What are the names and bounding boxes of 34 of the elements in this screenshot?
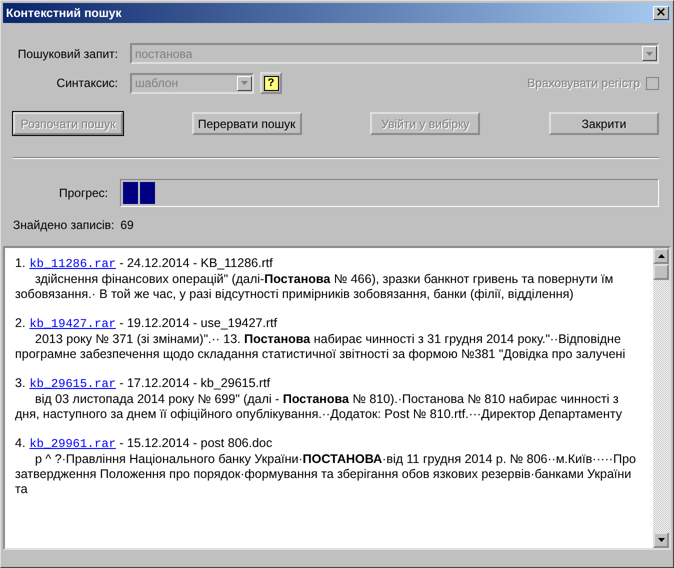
result-snippet: р ^ ?·Правління Національного банку України·ПОСТАНОВА·від 11 грудня 2014 р. № 806··м.Київ·····Про затвердження Положення про порядок·формування та зберігання обов язкових резервів·банками України та xyxy=(15,452,637,497)
close-button[interactable]: × xyxy=(653,6,669,20)
result-number: 3. xyxy=(15,376,26,391)
case-label: Враховувати регістр xyxy=(527,76,640,90)
scrollbar[interactable] xyxy=(653,248,669,548)
result-number: 2. xyxy=(15,316,26,331)
query-label: Пошуковий запит: xyxy=(16,46,119,60)
result-snippet: здійснення фінансових операцій" (далі-Постанова № 466), зразки банкнот гривень та повернути їм зобовязання.· В той же час, у разі відсутності примірників зобовязання, банки (філії, відділення) xyxy=(15,272,614,302)
result-meta: - 24.12.2014 - KB_11286.rtf xyxy=(118,256,273,271)
result-snippet: 2013 року № 371 (зі змінами)".·· 13. Постанова набирає чинності з 31 грудня 2014 року."··Відповідне програмне забезпечення щодо складання статистичної звітності за формою №381 "Довідка про залучені xyxy=(15,332,626,362)
result-meta: - 19.12.2014 - use_19427.rtf xyxy=(118,316,278,331)
up-arrow-icon xyxy=(658,254,664,258)
found-label: Знайдено записів: xyxy=(13,218,114,232)
action-button[interactable]: Закрити xyxy=(548,112,659,135)
action-button[interactable]: Перервати пошук xyxy=(192,112,302,135)
window-title: Контекстний пошук xyxy=(6,6,122,20)
scroll-down-button[interactable] xyxy=(653,532,669,548)
down-arrow-icon xyxy=(658,538,664,542)
result-number: 1. xyxy=(15,256,26,271)
scroll-thumb[interactable] xyxy=(653,264,669,280)
progress-label: Прогрес: xyxy=(58,186,109,200)
down-arrow-icon xyxy=(241,81,248,85)
result-link[interactable]: kb_29961.rar xyxy=(29,437,116,452)
result-number: 4. xyxy=(15,436,26,451)
result-meta: - 15.12.2014 - post 806.doc xyxy=(118,436,272,451)
result-meta: - 17.12.2014 - kb_29615.rtf xyxy=(118,376,270,391)
scroll-up-button[interactable] xyxy=(653,248,669,264)
syntax-label: Синтаксис: xyxy=(56,76,119,90)
down-arrow-icon xyxy=(646,52,653,56)
result-link[interactable]: kb_19427.rar xyxy=(29,317,116,332)
result-link[interactable]: kb_11286.rar xyxy=(29,257,116,272)
result-link[interactable]: kb_29615.rar xyxy=(29,377,116,392)
found-count: 69 xyxy=(120,218,134,232)
result-snippet: від 03 листопада 2014 року № 699" (далі - Постанова № 810).·Постанова № 810 набирає чинності з дня, наступного за днем її офіційного опублікування.··Додаток: Post № 810.rtf.···Директор Департаменту xyxy=(15,392,624,422)
